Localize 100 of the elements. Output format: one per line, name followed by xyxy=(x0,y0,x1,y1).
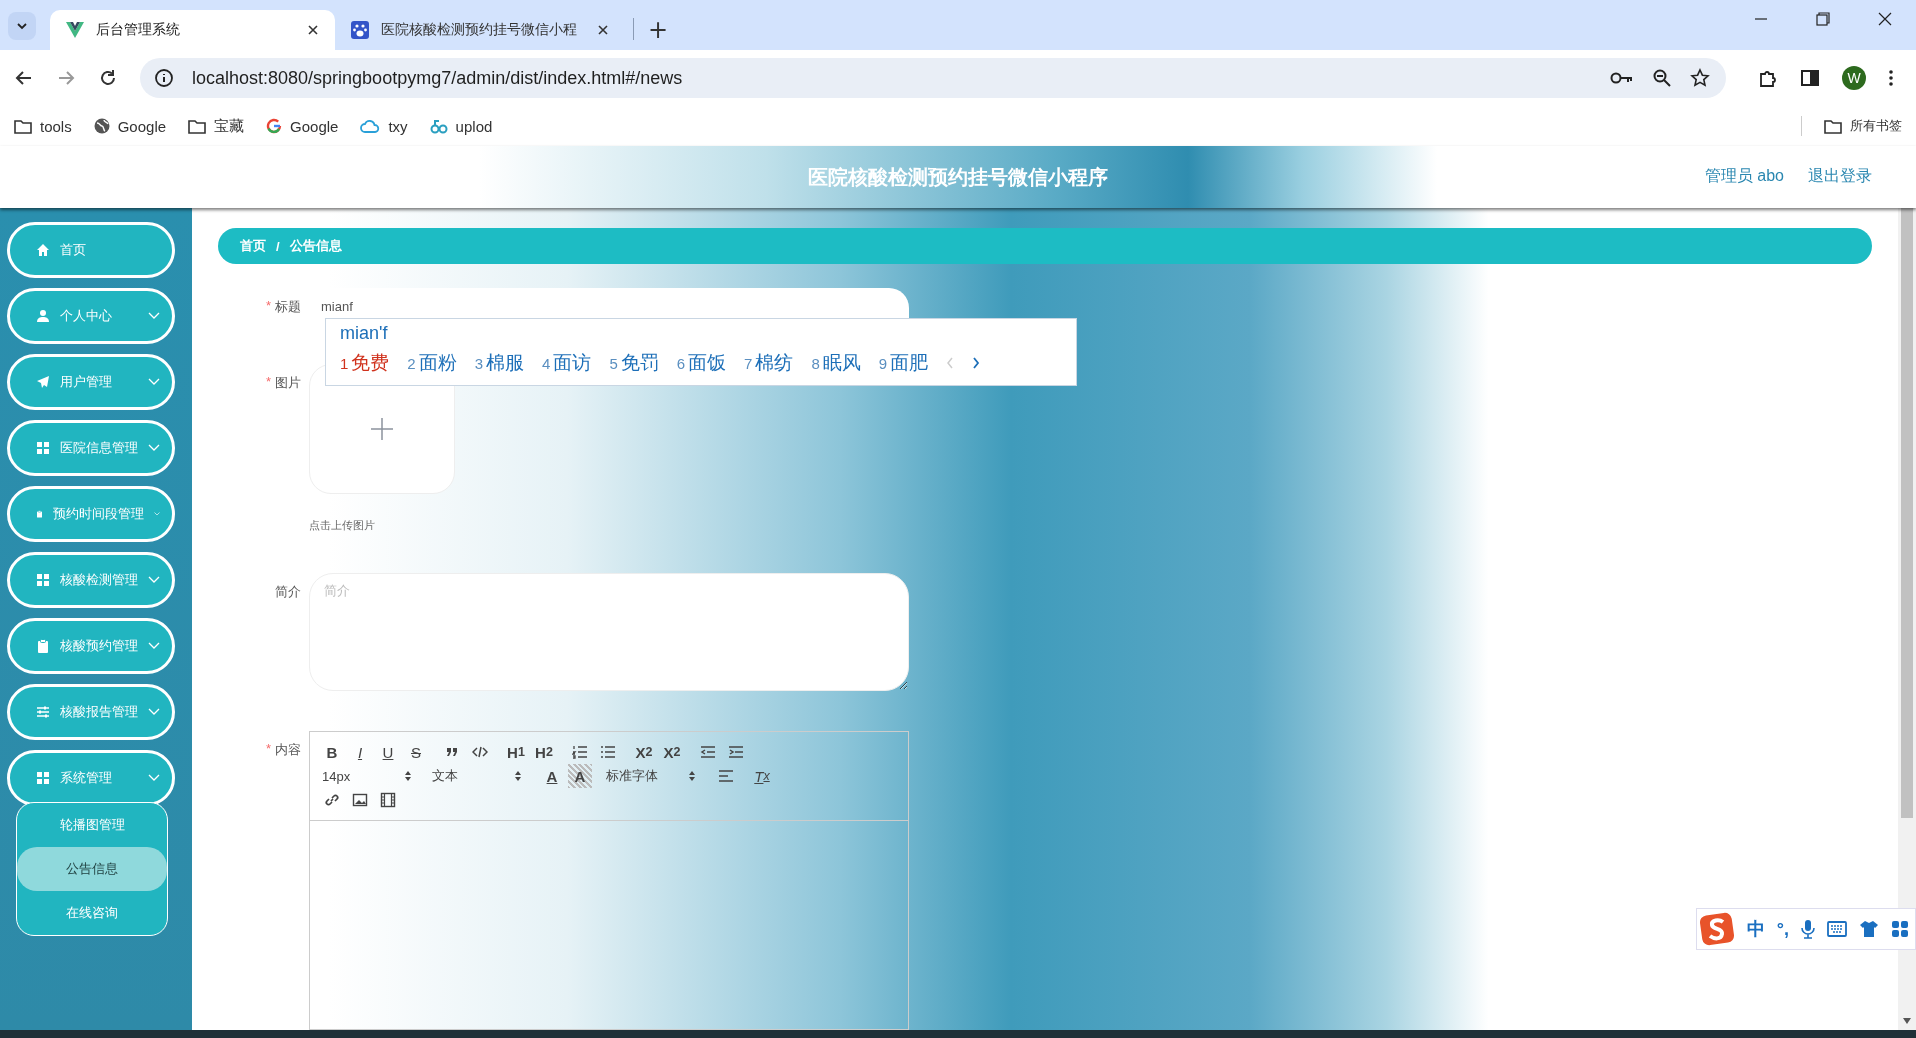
background-button[interactable]: A xyxy=(568,764,592,788)
profile-avatar[interactable]: W xyxy=(1842,66,1866,90)
breadcrumb-separator: / xyxy=(276,238,280,254)
restore-icon[interactable] xyxy=(1816,12,1830,26)
browser-tab[interactable]: 医院核酸检测预约挂号微信小程 xyxy=(335,10,625,50)
close-icon[interactable] xyxy=(307,24,319,36)
ime-candidate[interactable]: 6面饭 xyxy=(676,350,727,376)
scroll-down-icon[interactable] xyxy=(1903,1018,1911,1024)
align-icon xyxy=(718,768,734,784)
ime-candidate[interactable]: 1 免费 xyxy=(340,350,390,376)
bookmark-label: Google xyxy=(290,117,339,135)
ime-candidate[interactable]: 2 面粉 xyxy=(407,350,457,376)
paw-icon xyxy=(351,21,369,39)
field-label: * 图片 xyxy=(264,373,301,392)
shirt-icon[interactable] xyxy=(1859,920,1879,938)
chevron-down-icon xyxy=(148,774,160,782)
underline-button[interactable]: U xyxy=(376,740,400,764)
puzzle-icon[interactable] xyxy=(1758,68,1778,88)
folder-icon xyxy=(1824,118,1842,134)
microphone-icon[interactable] xyxy=(1801,919,1815,939)
bookmark-label: txy xyxy=(388,117,408,135)
field-label: * 标题 xyxy=(264,297,301,316)
ime-candidate[interactable]: 8 眠风 xyxy=(811,350,861,376)
updown-icon xyxy=(514,770,522,782)
required-mark: * xyxy=(265,374,271,391)
home-icon xyxy=(36,243,50,257)
key-icon[interactable] xyxy=(1610,70,1634,86)
bookmark-label: tools xyxy=(40,117,72,135)
ime-composition: mian'f xyxy=(340,323,388,343)
person-icon xyxy=(36,309,50,323)
required-mark: * xyxy=(265,741,271,758)
updown-icon xyxy=(688,770,696,782)
italic-button[interactable]: I xyxy=(348,740,372,764)
bookmark[interactable]: uplod xyxy=(429,117,493,135)
grid-icon[interactable] xyxy=(1891,920,1909,938)
ime-candidate[interactable]: 3棉服 xyxy=(474,350,525,376)
chevron-down-icon xyxy=(148,642,160,650)
ime-candidate[interactable]: 5 免罚 xyxy=(609,350,659,376)
bookmark-label: uplod xyxy=(455,117,493,135)
logout-link[interactable]: 退出登录 xyxy=(1808,166,1872,187)
toolbar-select[interactable]: 14px xyxy=(320,764,418,788)
site-title: 医院核酸检测预约挂号微信小程序 xyxy=(808,164,1108,190)
tab-title: 后台管理系统 xyxy=(96,21,181,39)
url-field[interactable]: localhost:8080/springbootpymg7/admin/dist/index.html#/news xyxy=(192,67,683,89)
code-icon xyxy=(472,744,488,760)
chevron-down-icon xyxy=(148,378,160,386)
info-icon[interactable] xyxy=(154,68,174,88)
required-mark: * xyxy=(265,298,271,315)
submenu-item[interactable]: 公告信息 xyxy=(17,847,167,891)
scrollbar-thumb[interactable] xyxy=(1901,208,1913,818)
chevron-down-icon xyxy=(148,444,160,452)
sliders-icon xyxy=(36,705,50,719)
bookmark[interactable]: Google xyxy=(266,117,339,135)
link-icon xyxy=(324,792,340,808)
tab-search-button[interactable] xyxy=(8,12,36,40)
side-panel-icon[interactable] xyxy=(1800,68,1820,88)
ime-candidate[interactable]: 4面访 xyxy=(542,350,592,376)
all-bookmarks[interactable]: 所有书签 xyxy=(1824,117,1902,135)
tab-title: 医院核酸检测预约挂号微信小程 xyxy=(381,21,578,39)
toolbar-select[interactable]: 文本 xyxy=(430,764,528,788)
field-label: 简介 xyxy=(274,583,301,601)
ime-logo-icon[interactable] xyxy=(1698,912,1735,946)
toolbar-select[interactable]: 标准字体 xyxy=(604,764,702,788)
bookmark-label: Google xyxy=(117,117,167,135)
upload-hint: 点击上传图片 xyxy=(309,518,376,533)
ordered-icon xyxy=(572,744,588,760)
folder-icon xyxy=(14,118,32,134)
reload-icon[interactable] xyxy=(98,68,118,88)
zoom-out-icon[interactable] xyxy=(1652,68,1672,88)
bold-button[interactable]: B xyxy=(320,740,344,764)
strike-button[interactable]: S xyxy=(404,740,428,764)
chevron-down-icon xyxy=(148,708,160,716)
bookmark[interactable]: tools xyxy=(14,117,72,135)
ime-mode[interactable]: 中 xyxy=(1746,917,1765,941)
star-icon[interactable] xyxy=(1690,68,1710,88)
ime-candidate[interactable]: 7棉纺 xyxy=(744,350,794,376)
google-logo-icon xyxy=(266,118,283,134)
keyboard-icon[interactable] xyxy=(1827,921,1847,937)
browser-tab[interactable]: 后台管理系统 xyxy=(50,10,335,50)
next-icon[interactable] xyxy=(972,357,981,369)
summary-textarea[interactable]: 简介 xyxy=(309,573,909,691)
chevron-down-icon xyxy=(154,510,160,518)
globe-icon xyxy=(93,118,110,134)
bookmark[interactable]: Google xyxy=(93,117,167,135)
color-button[interactable]: A xyxy=(540,764,564,788)
grid-icon xyxy=(36,441,50,455)
breadcrumb-item: 公告信息 xyxy=(289,237,342,255)
updown-icon xyxy=(404,770,412,782)
close-icon[interactable] xyxy=(597,24,609,36)
admin-user-label: 管理员 abo xyxy=(1704,166,1784,186)
new-tab-button[interactable]: + xyxy=(642,16,675,44)
bookmark[interactable]: 宝藏 xyxy=(188,116,245,136)
close-icon[interactable] xyxy=(1878,12,1892,26)
clipboard-icon xyxy=(36,639,50,653)
ime-candidate[interactable]: 9面肥 xyxy=(878,350,929,376)
ime-punctuation[interactable]: °, xyxy=(1776,918,1789,940)
scrollbar[interactable] xyxy=(1898,208,1916,1030)
folder-icon xyxy=(188,118,207,134)
bookmark[interactable]: txy xyxy=(360,117,408,135)
menu-icon[interactable] xyxy=(1888,68,1894,88)
